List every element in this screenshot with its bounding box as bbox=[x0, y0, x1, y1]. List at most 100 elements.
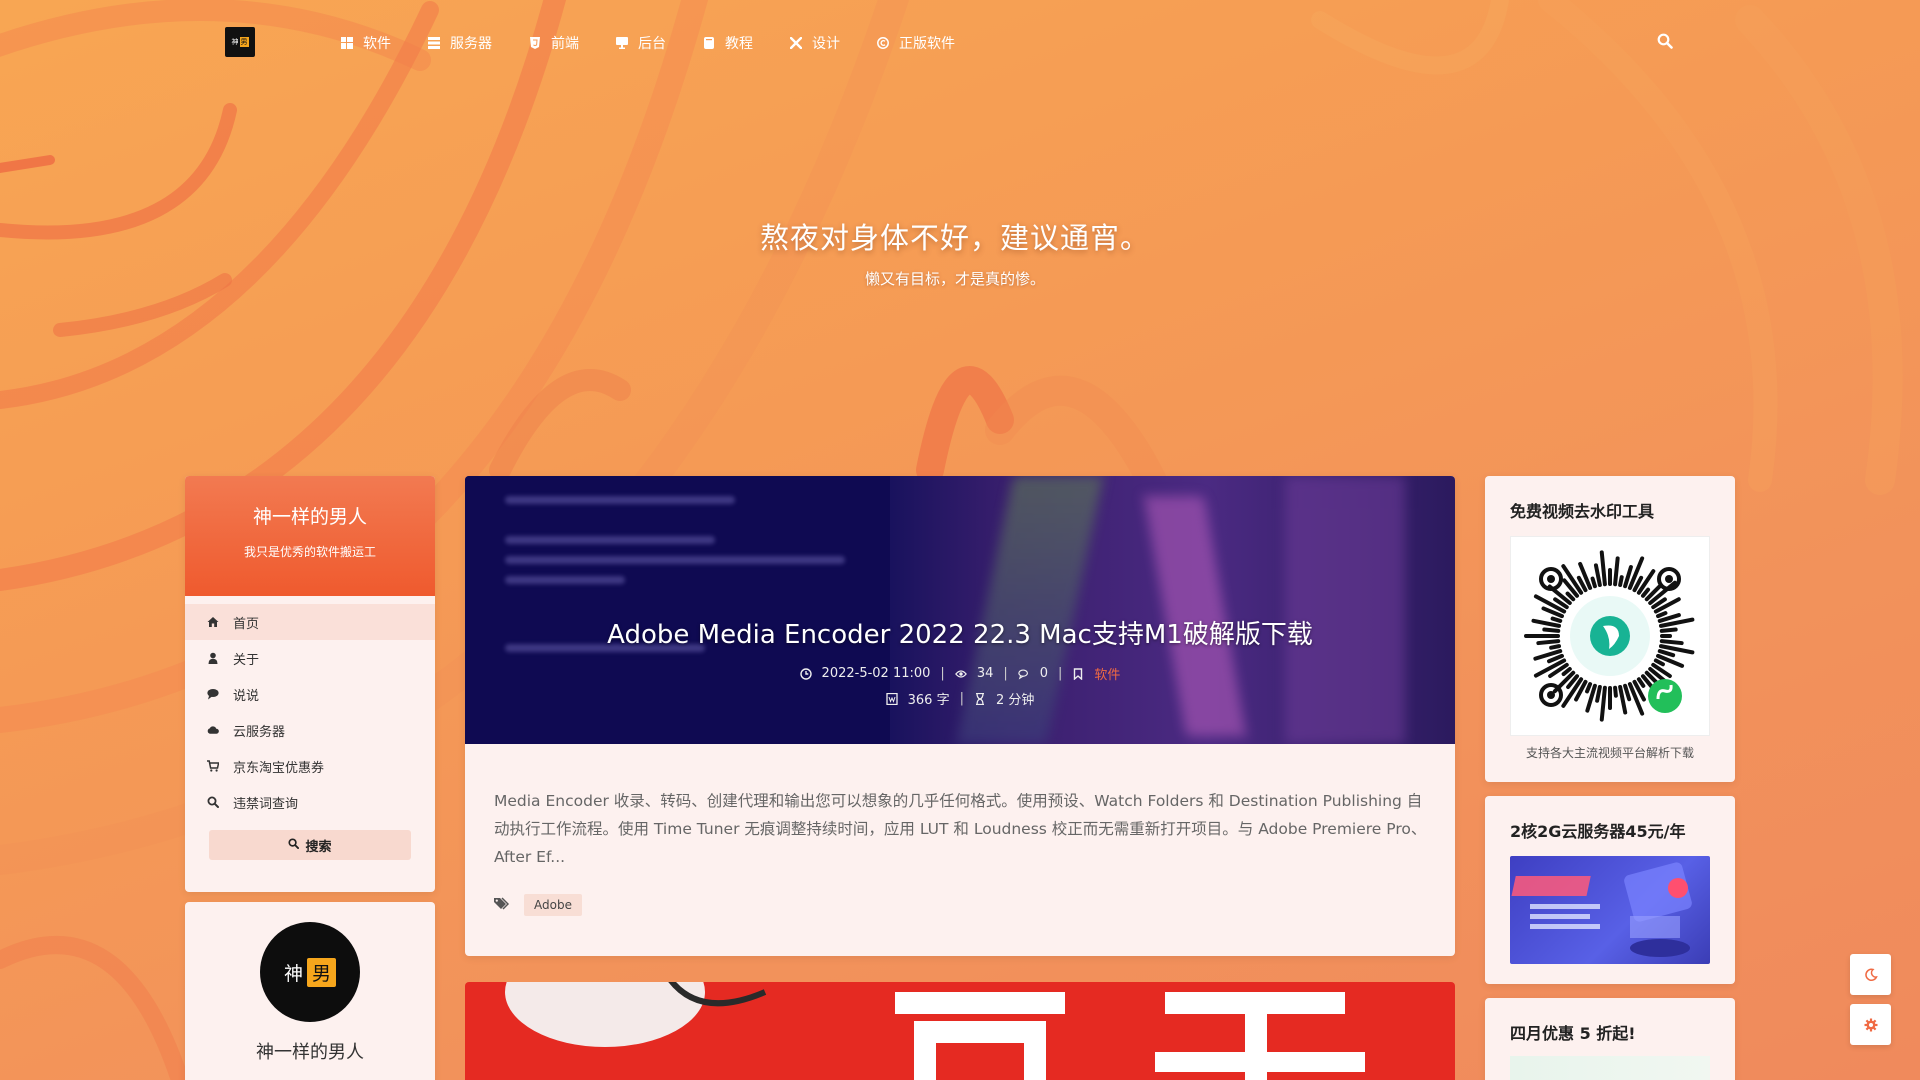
hero-title: 熬夜对身体不好，建议通宵。 bbox=[759, 221, 1150, 255]
qr-ray bbox=[1565, 591, 1576, 602]
qr-ray bbox=[1561, 666, 1572, 677]
widget-title: 免费视频去水印工具 bbox=[1510, 502, 1655, 521]
nav-item-tutorial[interactable]: 教程 bbox=[702, 31, 753, 55]
tag-chip[interactable]: Adobe bbox=[524, 894, 582, 916]
nav-item-server[interactable]: 服务器 bbox=[427, 31, 492, 55]
qr-ray bbox=[1659, 627, 1678, 633]
nav-label: 软件 bbox=[363, 36, 391, 52]
sidebar-item-label: 违禁词查询 bbox=[233, 796, 299, 812]
qr-ray bbox=[1550, 616, 1563, 623]
qr-ray bbox=[1599, 550, 1607, 587]
qr-ray bbox=[1636, 677, 1646, 688]
nav-label: 服务器 bbox=[450, 36, 492, 52]
wrench-icon bbox=[789, 36, 803, 50]
qr-ray bbox=[1590, 576, 1597, 589]
gear-icon[interactable] bbox=[1850, 1004, 1891, 1045]
promo-banner-graphic bbox=[1511, 862, 1692, 957]
qr-ray bbox=[1653, 658, 1665, 667]
profile-header: 神一样的男人 我只是优秀的软件搬运工 bbox=[185, 476, 435, 596]
search-icon[interactable] bbox=[1657, 33, 1675, 51]
sidebar-item-home[interactable]: 首页 bbox=[185, 604, 435, 640]
hourglass-icon bbox=[974, 692, 986, 705]
sidebar-item-coupons[interactable]: 京东淘宝优惠券 bbox=[185, 748, 435, 784]
meta-separator: | bbox=[940, 666, 945, 681]
qr-ray bbox=[1595, 685, 1602, 703]
sidebar-item-label: 说说 bbox=[233, 688, 260, 704]
qr-ray bbox=[1623, 683, 1632, 702]
nav-label: 正版软件 bbox=[899, 36, 955, 52]
april-deals-banner[interactable] bbox=[1510, 1056, 1710, 1080]
home-icon bbox=[207, 616, 219, 628]
qr-ray bbox=[1640, 587, 1651, 598]
comment-icon bbox=[207, 688, 219, 700]
qr-ray bbox=[1656, 611, 1668, 619]
qr-ray bbox=[1613, 685, 1618, 698]
qr-ray bbox=[1531, 618, 1561, 628]
post-cover-image[interactable]: Adobe Media Encoder 2022 22.3 Mac支持M1破解版… bbox=[465, 476, 1455, 744]
avatar-text-left: 神 bbox=[283, 962, 303, 985]
avatar-text-right: 男 bbox=[307, 957, 337, 987]
cloud-icon bbox=[207, 724, 219, 736]
qr-ray bbox=[1585, 682, 1593, 694]
qr-caption: 支持各大主流视频平台解析下载 bbox=[1525, 746, 1694, 760]
word-count-icon bbox=[885, 692, 898, 705]
sidebar-item-about[interactable]: 关于 bbox=[185, 640, 435, 676]
nav-label: 前端 bbox=[551, 36, 579, 52]
post-read-time: 2 分钟 bbox=[995, 693, 1035, 708]
book-icon bbox=[702, 36, 716, 50]
qr-ray bbox=[1549, 644, 1561, 650]
meta-separator: | bbox=[1003, 666, 1008, 681]
post-category-link[interactable]: 软件 bbox=[1094, 664, 1120, 683]
author-card: 神 男 神一样的男人 bbox=[185, 902, 435, 1080]
jd-cover-image bbox=[505, 982, 1365, 1080]
clock-icon bbox=[799, 667, 812, 680]
sidebar-item-label: 首页 bbox=[233, 616, 260, 632]
qr-ray bbox=[1536, 639, 1561, 646]
sidebar-item-cloud-server[interactable]: 云服务器 bbox=[185, 712, 435, 748]
html5-icon bbox=[528, 36, 542, 50]
logo-text-right: 男 bbox=[239, 37, 249, 47]
qr-ray bbox=[1618, 575, 1624, 587]
moon-icon[interactable] bbox=[1850, 954, 1891, 995]
site-name[interactable]: 神一样的男人 bbox=[185, 476, 435, 529]
post-card-preview[interactable] bbox=[465, 982, 1455, 1080]
site-logo[interactable]: 神 男 bbox=[225, 27, 255, 57]
mini-program-qr-code bbox=[1510, 536, 1710, 736]
sidebar-item-talk[interactable]: 说说 bbox=[185, 676, 435, 712]
qr-ray bbox=[1542, 627, 1561, 633]
post-word-count: 366 字 bbox=[907, 693, 950, 708]
search-icon bbox=[207, 796, 219, 808]
search-icon bbox=[288, 837, 300, 853]
nav-item-software[interactable]: 软件 bbox=[340, 31, 391, 55]
avatar[interactable]: 神 男 bbox=[260, 922, 360, 1022]
post-date: 2022-5-02 11:00 bbox=[821, 666, 931, 681]
hero-subtitle: 懒又有目标，才是真的惨。 bbox=[864, 270, 1045, 288]
widget-title: 四月优惠 5 折起! bbox=[1510, 1024, 1636, 1043]
post-title[interactable]: Adobe Media Encoder 2022 22.3 Mac支持M1破解版… bbox=[465, 614, 1455, 651]
qr-ray bbox=[1618, 685, 1628, 715]
author-name: 神一样的男人 bbox=[256, 1042, 364, 1063]
nav-item-backend[interactable]: 后台 bbox=[615, 31, 666, 55]
logo-text-left: 神 bbox=[231, 38, 239, 46]
site-motto: 我只是优秀的软件搬运工 bbox=[243, 545, 376, 559]
top-navbar: 神 男 软件 服务器 前端 后台 教程 设计 正版软件 bbox=[0, 0, 1920, 86]
nav-item-frontend[interactable]: 前端 bbox=[528, 31, 579, 55]
widget-cloud-server: 2核2G云服务器45元/年 bbox=[1485, 796, 1735, 984]
nav-label: 设计 bbox=[812, 36, 840, 52]
sidebar-item-banned-words[interactable]: 违禁词查询 bbox=[185, 784, 435, 820]
main-menu: 软件 服务器 前端 后台 教程 设计 正版软件 bbox=[340, 31, 991, 55]
nav-item-licensed-software[interactable]: 正版软件 bbox=[876, 31, 955, 55]
sidebar-search-button[interactable]: 搜索 bbox=[209, 830, 411, 860]
post-views: 34 bbox=[976, 666, 994, 681]
user-icon bbox=[207, 652, 219, 664]
widget-april-deals: 四月优惠 5 折起! bbox=[1485, 998, 1735, 1080]
search-button-label: 搜索 bbox=[305, 839, 332, 855]
cloud-promo-banner[interactable] bbox=[1510, 856, 1710, 964]
meta-separator: | bbox=[1058, 666, 1063, 681]
comments-icon bbox=[1018, 668, 1030, 680]
sidebar-item-label: 关于 bbox=[233, 652, 260, 668]
nav-item-design[interactable]: 设计 bbox=[789, 31, 840, 55]
monitor-icon bbox=[615, 36, 629, 50]
bookmark-icon bbox=[1072, 667, 1084, 680]
cart-icon bbox=[207, 760, 219, 772]
